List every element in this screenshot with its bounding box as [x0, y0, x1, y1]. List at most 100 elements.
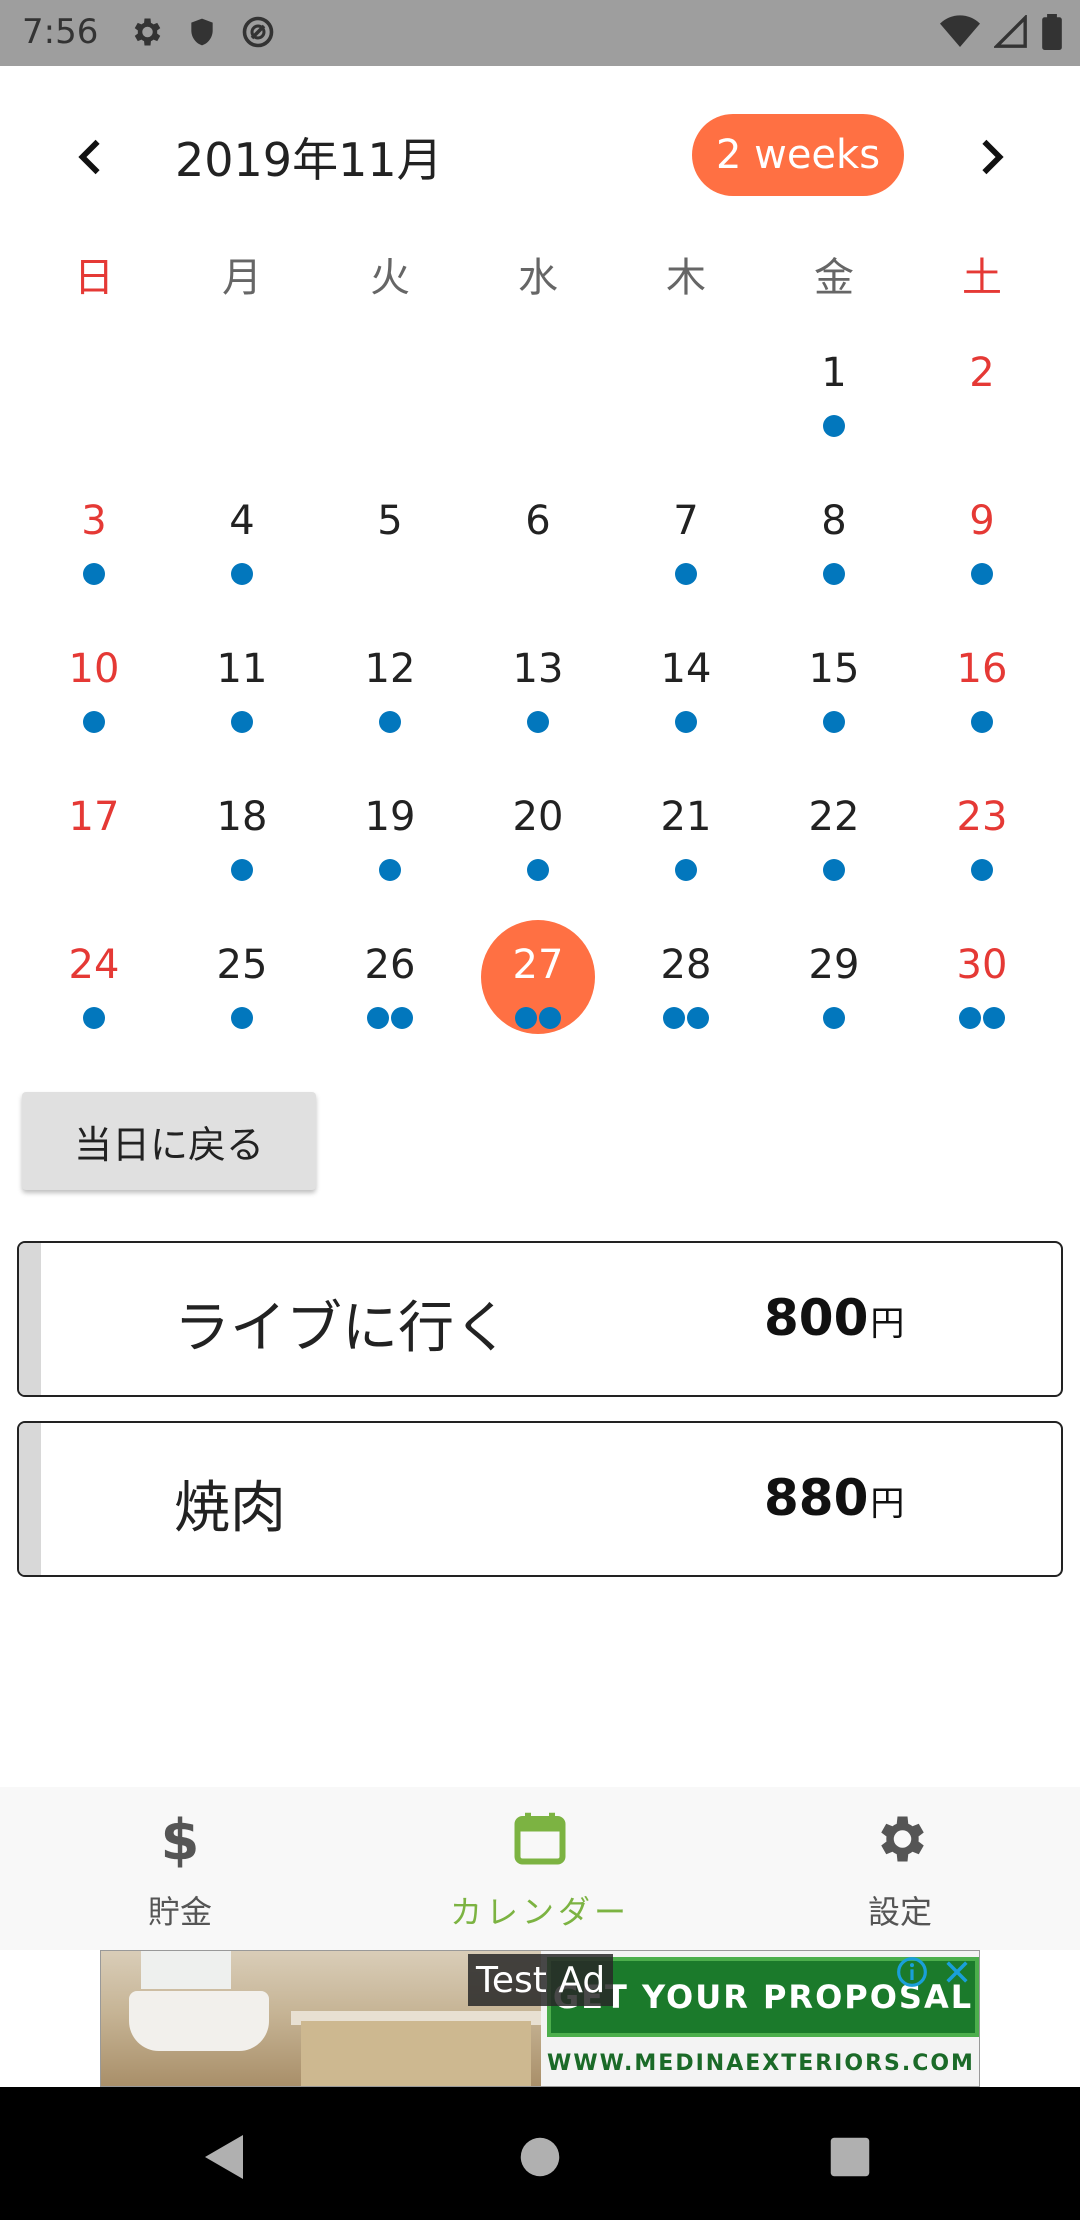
day-cell[interactable]: 3	[20, 478, 168, 626]
day-number: 15	[808, 646, 860, 692]
day-cell[interactable]: 28	[612, 922, 760, 1070]
day-cell[interactable]: 25	[168, 922, 316, 1070]
event-marker-dot	[539, 1007, 561, 1029]
info-icon	[897, 1957, 927, 1987]
dollar-icon: $	[161, 1809, 200, 1869]
day-number: 27	[512, 942, 564, 988]
calendar-day-grid: 1 2 3 4 5 6 7 8 9 10 11 12 13 14 15 16 17 18 19 20 21 22 23 24 2…	[0, 330, 1080, 1070]
event-markers	[908, 563, 1056, 585]
event-marker-dot	[231, 1007, 253, 1029]
day-cell[interactable]: 10	[20, 626, 168, 774]
day-number: 10	[68, 646, 120, 692]
event-card-stripe	[19, 1243, 41, 1395]
wifi-icon	[940, 15, 980, 47]
nav-calendar[interactable]: カレンダー	[360, 1787, 720, 1950]
day-cell[interactable]: 1	[760, 330, 908, 478]
previous-month-button[interactable]	[70, 132, 110, 182]
day-number: 14	[660, 646, 712, 692]
event-card[interactable]: ライブに行く 800円	[17, 1241, 1063, 1397]
day-number: 1	[821, 350, 847, 396]
day-cell[interactable]: 5	[316, 478, 464, 626]
day-cell[interactable]: 20	[464, 774, 612, 922]
event-marker-dot	[231, 859, 253, 881]
event-markers	[760, 859, 908, 881]
day-cell[interactable]: 15	[760, 626, 908, 774]
event-markers	[464, 859, 612, 881]
day-cell[interactable]: 26	[316, 922, 464, 1070]
calendar-icon	[514, 1812, 566, 1865]
event-title: ライブに行く	[174, 1296, 510, 1361]
event-marker-dot	[367, 1007, 389, 1029]
day-cell[interactable]: 6	[464, 478, 612, 626]
battery-icon	[1042, 14, 1062, 50]
event-markers	[316, 859, 464, 881]
event-markers	[20, 563, 168, 585]
day-number: 5	[377, 498, 403, 544]
cell-signal-icon	[994, 15, 1027, 48]
day-cell[interactable]: 19	[316, 774, 464, 922]
system-home-button[interactable]	[510, 2127, 570, 2187]
event-marker-dot	[823, 563, 845, 585]
nav-settings[interactable]: 設定	[720, 1787, 1080, 1950]
day-number: 25	[216, 942, 268, 988]
next-month-button[interactable]	[972, 132, 1012, 182]
event-markers	[908, 1007, 1056, 1029]
day-cell[interactable]: 29	[760, 922, 908, 1070]
day-number: 17	[68, 794, 120, 840]
day-number: 11	[216, 646, 268, 692]
day-cell[interactable]: 22	[760, 774, 908, 922]
ad-info-button[interactable]	[895, 1955, 929, 1989]
back-to-today-button[interactable]: 当日に戻る	[22, 1092, 316, 1190]
event-marker-dot	[515, 1007, 537, 1029]
event-markers	[316, 711, 464, 733]
day-number: 8	[821, 498, 847, 544]
event-marker-dot	[675, 563, 697, 585]
event-markers	[612, 711, 760, 733]
event-marker-dot	[379, 859, 401, 881]
chevron-left-icon	[78, 139, 100, 175]
day-cell[interactable]: 21	[612, 774, 760, 922]
day-cell[interactable]: 7	[612, 478, 760, 626]
day-cell[interactable]: 12	[316, 626, 464, 774]
svg-text:$: $	[161, 1809, 200, 1869]
event-marker-dot	[675, 859, 697, 881]
event-marker-dot	[527, 859, 549, 881]
ad-label: Test Ad	[468, 1954, 614, 2006]
recents-square-icon	[830, 2137, 870, 2177]
event-card[interactable]: 焼肉 880円	[17, 1421, 1063, 1577]
day-cell[interactable]: 2	[908, 330, 1056, 478]
nav-savings[interactable]: $ 貯金	[0, 1787, 360, 1950]
day-cell[interactable]: 17	[20, 774, 168, 922]
day-cell[interactable]: 27	[464, 920, 612, 1070]
day-cell[interactable]: 8	[760, 478, 908, 626]
event-markers	[464, 1007, 612, 1029]
event-marker-dot	[823, 859, 845, 881]
day-cell[interactable]: 13	[464, 626, 612, 774]
day-number: 30	[956, 942, 1008, 988]
day-cell[interactable]: 4	[168, 478, 316, 626]
event-amount: 800円	[764, 1289, 905, 1347]
day-cell[interactable]: 23	[908, 774, 1056, 922]
day-cell[interactable]: 24	[20, 922, 168, 1070]
day-number: 20	[512, 794, 564, 840]
event-marker-dot	[231, 563, 253, 585]
day-cell[interactable]: 11	[168, 626, 316, 774]
day-number: 3	[81, 498, 107, 544]
day-number: 19	[364, 794, 416, 840]
weekday-thu: 木	[666, 255, 706, 301]
system-recents-button[interactable]	[820, 2127, 880, 2187]
ad-close-button[interactable]	[940, 1955, 974, 1989]
event-markers	[760, 415, 908, 437]
day-number: 16	[956, 646, 1008, 692]
day-cell[interactable]: 30	[908, 922, 1056, 1070]
weekday-mon: 月	[222, 255, 262, 301]
event-marker-dot	[687, 1007, 709, 1029]
day-cell[interactable]: 16	[908, 626, 1056, 774]
day-cell[interactable]: 18	[168, 774, 316, 922]
system-back-button[interactable]	[195, 2127, 255, 2187]
day-cell[interactable]: 14	[612, 626, 760, 774]
format-toggle-button[interactable]: 2 weeks	[692, 114, 904, 196]
weekday-fri: 金	[814, 255, 854, 301]
day-cell[interactable]: 9	[908, 478, 1056, 626]
event-marker-dot	[823, 415, 845, 437]
